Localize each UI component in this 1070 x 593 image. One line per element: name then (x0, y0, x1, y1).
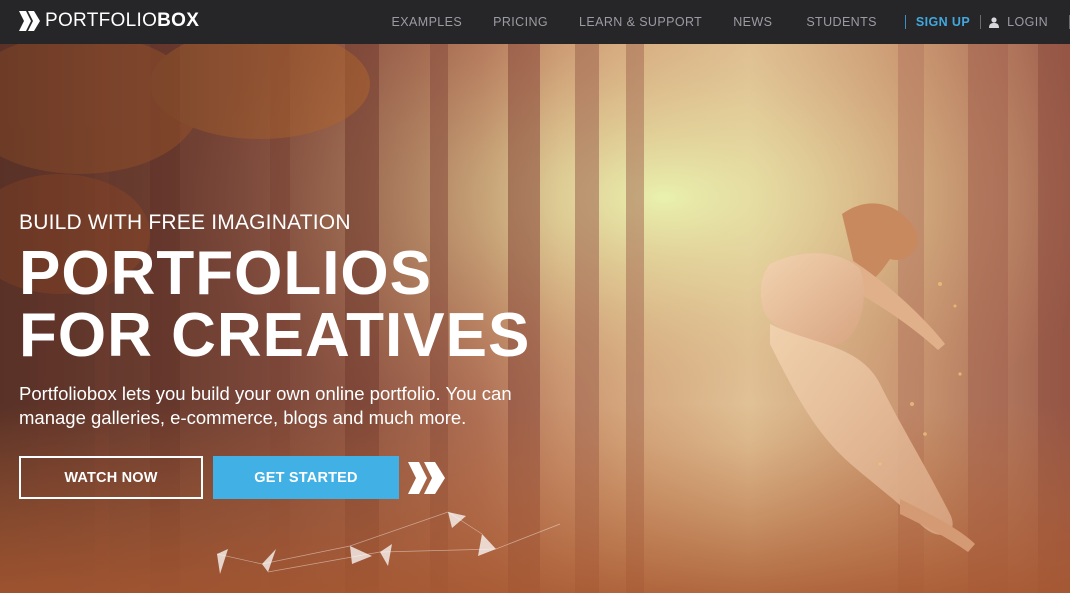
hero-description: Portfoliobox lets you build your own onl… (19, 383, 512, 428)
nav-learn-support-link[interactable]: LEARN & SUPPORT (579, 15, 702, 29)
nav-divider (904, 15, 906, 29)
hero-section: BUILD WITH FREE IMAGINATION PORTFOLIOS F… (0, 44, 1070, 593)
headline-line-2: FOR CREATIVES (19, 301, 531, 370)
nav-news-link[interactable]: NEWS (733, 15, 772, 29)
watch-now-button[interactable]: WATCH NOW (19, 456, 203, 499)
get-started-button[interactable]: GET STARTED (213, 456, 399, 499)
user-icon (989, 16, 1000, 28)
brand-logo[interactable]: PORTFOLIOBOX (19, 10, 199, 32)
signup-link[interactable]: SIGN UP (916, 15, 970, 29)
nav-pricing-link[interactable]: PRICING (493, 15, 548, 29)
top-navbar: PORTFOLIOBOX EXAMPLES PRICING LEARN & SU… (0, 0, 1070, 44)
hero-tagline: BUILD WITH FREE IMAGINATION (19, 211, 351, 234)
nav-students-link[interactable]: STUDENTS (806, 15, 877, 29)
login-link[interactable]: LOGIN (989, 15, 1048, 29)
nav-links: EXAMPLES PRICING LEARN & SUPPORT NEWS ST… (392, 0, 1070, 44)
nav-examples-link[interactable]: EXAMPLES (392, 15, 463, 29)
hero-headline: PORTFOLIOS FOR CREATIVES (19, 243, 530, 367)
brand-name: PORTFOLIOBOX (45, 10, 200, 31)
brand-chevron-icon (19, 11, 40, 31)
nav-divider (980, 15, 982, 29)
login-label: LOGIN (1007, 15, 1048, 29)
double-chevron-icon (408, 462, 445, 494)
headline-line-1: PORTFOLIOS (19, 239, 432, 308)
